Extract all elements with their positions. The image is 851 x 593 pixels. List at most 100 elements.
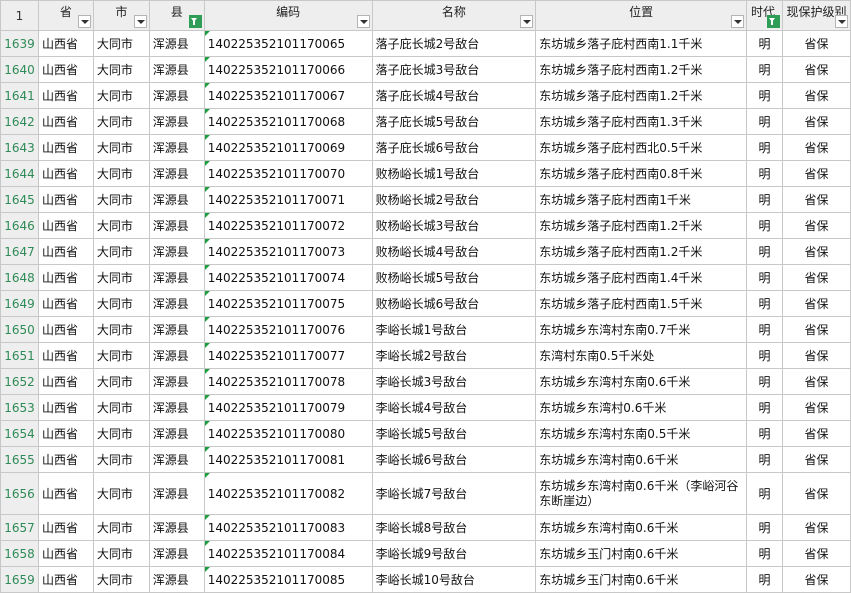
- cell-province[interactable]: 山西省: [37, 56, 94, 83]
- cell-era[interactable]: 明: [746, 290, 783, 317]
- cell-name[interactable]: 落子庇长城3号敌台: [371, 56, 537, 83]
- cell-name[interactable]: 李峪长城5号敌台: [371, 420, 537, 447]
- cell-county[interactable]: 浑源县: [148, 56, 205, 83]
- cell-era[interactable]: 明: [746, 238, 783, 265]
- row-number[interactable]: 1646: [0, 212, 39, 239]
- cell-location[interactable]: 东坊城乡玉门村南0.6千米: [535, 566, 747, 593]
- cell-city[interactable]: 大同市: [92, 540, 150, 567]
- row-number[interactable]: 1650: [0, 316, 39, 343]
- filter-dropdown-icon[interactable]: [133, 15, 147, 28]
- cell-location[interactable]: 东坊城乡落子庇村西南1千米: [535, 186, 747, 213]
- cell-location[interactable]: 东坊城乡东湾村南0.6千米（李峪河谷东断崖边）: [535, 472, 747, 515]
- cell-location[interactable]: 东坊城乡落子庇村西南1.2千米: [535, 212, 747, 239]
- cell-province[interactable]: 山西省: [37, 30, 94, 57]
- cell-level[interactable]: 省保: [781, 30, 851, 57]
- cell-province[interactable]: 山西省: [37, 368, 94, 395]
- table-row[interactable]: 1650 山西省 大同市 浑源县 140225352101170076 李峪长城1号敌台东…: [0, 316, 851, 343]
- cell-name[interactable]: 李峪长城9号敌台: [371, 540, 537, 567]
- cell-province[interactable]: 山西省: [37, 446, 94, 473]
- cell-province[interactable]: 山西省: [37, 540, 94, 567]
- cell-era[interactable]: 明: [746, 368, 783, 395]
- filter-dropdown-icon[interactable]: [77, 15, 91, 28]
- cell-county[interactable]: 浑源县: [148, 368, 205, 395]
- cell-city[interactable]: 大同市: [92, 472, 150, 515]
- cell-province[interactable]: 山西省: [37, 316, 94, 343]
- cell-location[interactable]: 东坊城乡东湾村0.6千米: [535, 394, 747, 421]
- cell-city[interactable]: 大同市: [92, 212, 150, 239]
- cell-era[interactable]: 明: [746, 514, 783, 541]
- cell-city[interactable]: 大同市: [92, 420, 150, 447]
- cell-province[interactable]: 山西省: [37, 420, 94, 447]
- cell-level[interactable]: 省保: [781, 472, 851, 515]
- cell-level[interactable]: 省保: [781, 134, 851, 161]
- cell-level[interactable]: 省保: [781, 186, 851, 213]
- cell-code[interactable]: 140225352101170065: [203, 30, 373, 57]
- cell-province[interactable]: 山西省: [37, 212, 94, 239]
- cell-city[interactable]: 大同市: [92, 368, 150, 395]
- cell-county[interactable]: 浑源县: [148, 514, 205, 541]
- filter-dropdown-icon[interactable]: [835, 15, 848, 28]
- cell-county[interactable]: 浑源县: [148, 186, 205, 213]
- cell-county[interactable]: 浑源县: [148, 342, 205, 369]
- table-row[interactable]: 1644 山西省 大同市 浑源县 140225352101170070 败杨峪长城1号敌台…: [0, 160, 851, 187]
- cell-name[interactable]: 李峪长城7号敌台: [371, 472, 537, 515]
- cell-code[interactable]: 140225352101170074: [203, 264, 373, 291]
- table-row[interactable]: 1659 山西省 大同市 浑源县 140225352101170085 李峪长城10号敌台…: [0, 566, 851, 593]
- cell-province[interactable]: 山西省: [37, 342, 94, 369]
- cell-era[interactable]: 明: [746, 56, 783, 83]
- table-row[interactable]: 1657 山西省 大同市 浑源县 140225352101170083 李峪长城8号敌台东…: [0, 514, 851, 541]
- cell-location[interactable]: 东坊城乡落子庇村西南1.2千米: [535, 82, 747, 109]
- cell-code[interactable]: 140225352101170075: [203, 290, 373, 317]
- table-row[interactable]: 1653 山西省 大同市 浑源县 140225352101170079 李峪长城4号敌台东…: [0, 394, 851, 421]
- row-number[interactable]: 1639: [0, 30, 39, 57]
- table-row[interactable]: 1642 山西省 大同市 浑源县 140225352101170068 落子庇长城5号敌台…: [0, 108, 851, 135]
- cell-county[interactable]: 浑源县: [148, 566, 205, 593]
- cell-location[interactable]: 东坊城乡落子庇村西南1.1千米: [535, 30, 747, 57]
- cell-code[interactable]: 140225352101170071: [203, 186, 373, 213]
- table-row[interactable]: 1648 山西省 大同市 浑源县 140225352101170074 败杨峪长城5号敌台…: [0, 264, 851, 291]
- row-number[interactable]: 1648: [0, 264, 39, 291]
- cell-city[interactable]: 大同市: [92, 566, 150, 593]
- cell-county[interactable]: 浑源县: [148, 160, 205, 187]
- cell-name[interactable]: 李峪长城1号敌台: [371, 316, 537, 343]
- cell-era[interactable]: 明: [746, 316, 783, 343]
- cell-code[interactable]: 140225352101170067: [203, 82, 373, 109]
- cell-location[interactable]: 东坊城乡玉门村南0.6千米: [535, 540, 747, 567]
- cell-era[interactable]: 明: [746, 30, 783, 57]
- cell-era[interactable]: 明: [746, 342, 783, 369]
- row-number[interactable]: 1647: [0, 238, 39, 265]
- cell-location[interactable]: 东坊城乡东湾村东南0.7千米: [535, 316, 747, 343]
- cell-era[interactable]: 明: [746, 108, 783, 135]
- cell-city[interactable]: 大同市: [92, 238, 150, 265]
- cell-level[interactable]: 省保: [781, 290, 851, 317]
- cell-name[interactable]: 落子庇长城4号敌台: [371, 82, 537, 109]
- cell-level[interactable]: 省保: [781, 56, 851, 83]
- cell-level[interactable]: 省保: [781, 212, 851, 239]
- cell-name[interactable]: 李峪长城4号敌台: [371, 394, 537, 421]
- cell-location[interactable]: 东坊城乡落子庇村西北0.5千米: [535, 134, 747, 161]
- cell-level[interactable]: 省保: [781, 446, 851, 473]
- cell-province[interactable]: 山西省: [37, 186, 94, 213]
- cell-code[interactable]: 140225352101170068: [203, 108, 373, 135]
- cell-county[interactable]: 浑源县: [148, 420, 205, 447]
- cell-county[interactable]: 浑源县: [148, 238, 205, 265]
- cell-era[interactable]: 明: [746, 420, 783, 447]
- table-row[interactable]: 1651 山西省 大同市 浑源县 140225352101170077 李峪长城2号敌台东…: [0, 342, 851, 369]
- cell-level[interactable]: 省保: [781, 316, 851, 343]
- cell-city[interactable]: 大同市: [92, 108, 150, 135]
- cell-level[interactable]: 省保: [781, 264, 851, 291]
- cell-province[interactable]: 山西省: [37, 160, 94, 187]
- cell-era[interactable]: 明: [746, 566, 783, 593]
- cell-code[interactable]: 140225352101170081: [203, 446, 373, 473]
- cell-era[interactable]: 明: [746, 160, 783, 187]
- cell-city[interactable]: 大同市: [92, 30, 150, 57]
- cell-code[interactable]: 140225352101170083: [203, 514, 373, 541]
- cell-province[interactable]: 山西省: [37, 238, 94, 265]
- cell-code[interactable]: 140225352101170070: [203, 160, 373, 187]
- cell-level[interactable]: 省保: [781, 540, 851, 567]
- filter-dropdown-icon[interactable]: [520, 15, 534, 28]
- table-row[interactable]: 1643 山西省 大同市 浑源县 140225352101170069 落子庇长城6号敌台…: [0, 134, 851, 161]
- cell-name[interactable]: 李峪长城10号敌台: [371, 566, 537, 593]
- cell-location[interactable]: 东坊城乡落子庇村西南1.2千米: [535, 238, 747, 265]
- cell-county[interactable]: 浑源县: [148, 290, 205, 317]
